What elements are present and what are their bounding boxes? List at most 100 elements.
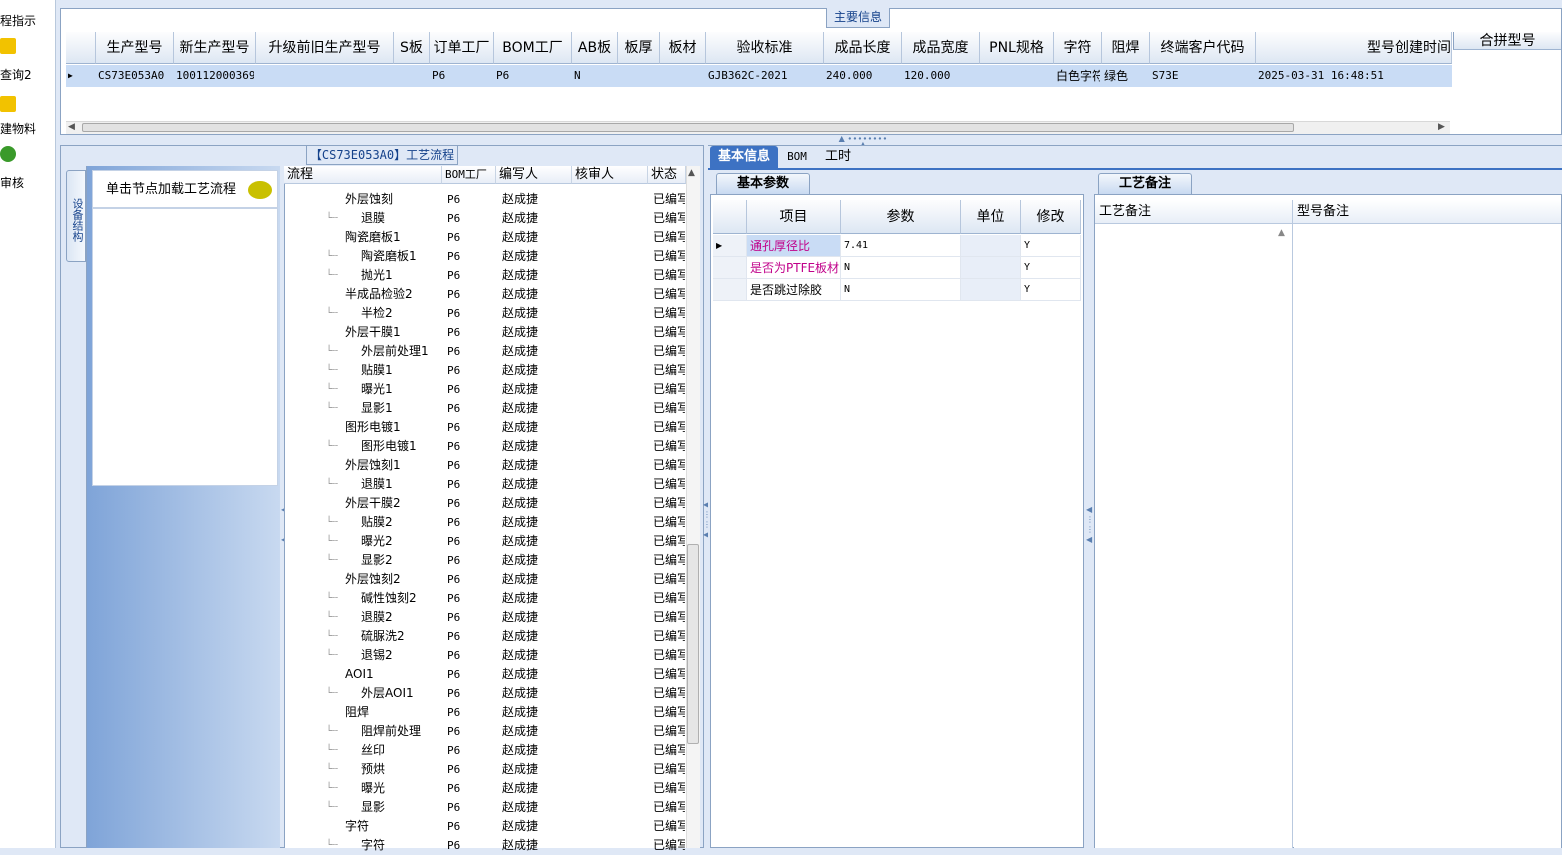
param-column-header[interactable]: 修改 [1021, 200, 1081, 234]
splitter-right-icon[interactable]: ◀ ⋮ ⋮ ◀ [1086, 505, 1094, 545]
tree-column-header[interactable]: 编写人 [496, 166, 572, 184]
tree-row[interactable]: └┄ 退膜2 P6 赵成捷 已编写 [284, 608, 686, 627]
status: 已编写 [653, 287, 685, 301]
column-header[interactable]: 成品宽度 [902, 32, 980, 64]
toolbar-item-query2[interactable]: 查询2 [0, 66, 54, 83]
column-header[interactable]: 阻焊 [1102, 32, 1150, 64]
tab-hours[interactable]: 工时 [818, 146, 858, 168]
tree-row[interactable]: └┄ 显影1 P6 赵成捷 已编写 [284, 399, 686, 418]
scroll-thumb[interactable] [82, 123, 1294, 132]
notes-title[interactable]: 工艺备注 [1098, 173, 1192, 194]
tree-row[interactable]: └┄ 丝印 P6 赵成捷 已编写 [284, 741, 686, 760]
column-header[interactable]: 订单工厂 [430, 32, 494, 64]
toolbar-item-material[interactable]: 建物料 [0, 120, 54, 137]
param-row[interactable]: 是否跳过除胶 N Y [713, 279, 1081, 301]
param-row[interactable]: ▶ 通孔厚径比 7.41 Y [713, 235, 1081, 257]
tree-row[interactable]: └┄ 阻焊前处理 P6 赵成捷 已编写 [284, 722, 686, 741]
toolbar-item-review[interactable]: 审核 [0, 174, 54, 191]
tree-row[interactable]: └┄ 抛光1 P6 赵成捷 已编写 [284, 266, 686, 285]
column-header[interactable]: 升级前旧生产型号 [256, 32, 394, 64]
model-note-field[interactable] [1294, 224, 1561, 848]
tree-line: └┄ [326, 555, 339, 566]
tree-row[interactable]: −字符P6赵成捷已编写 [284, 817, 686, 836]
tree-row[interactable]: −外层蚀刻2P6赵成捷已编写 [284, 570, 686, 589]
merge-model-header[interactable]: 合拼型号 [1453, 32, 1561, 50]
tree-row[interactable]: −AOI1P6赵成捷已编写 [284, 665, 686, 684]
tree-row[interactable]: └┄ 曝光1 P6 赵成捷 已编写 [284, 380, 686, 399]
tree-row[interactable]: └┄ 贴膜2 P6 赵成捷 已编写 [284, 513, 686, 532]
tree-row[interactable]: └┄ 显影 P6 赵成捷 已编写 [284, 798, 686, 817]
tree-row[interactable]: −外层干膜1P6赵成捷已编写 [284, 323, 686, 342]
tree-row[interactable]: └┄ 硫脲洗2 P6 赵成捷 已编写 [284, 627, 686, 646]
column-header[interactable]: S板 [394, 32, 430, 64]
column-header[interactable]: 型号创建时间 [1256, 32, 1452, 64]
tree-row[interactable]: └┄ 半检2 P6 赵成捷 已编写 [284, 304, 686, 323]
column-header[interactable]: 字符 [1054, 32, 1102, 64]
scroll-up-icon[interactable]: ▲ [1278, 228, 1285, 238]
tree-row[interactable]: └┄ 陶瓷磨板1 P6 赵成捷 已编写 [284, 247, 686, 266]
process-note-field[interactable] [1095, 224, 1293, 848]
column-header[interactable]: BOM工厂 [494, 32, 572, 64]
table-cell [620, 65, 658, 87]
tree-row[interactable]: −图形电镀1P6赵成捷已编写 [284, 418, 686, 437]
vertical-scrollbar[interactable] [686, 166, 700, 848]
tree-line: └┄ [326, 783, 339, 794]
writer: 赵成捷 [502, 382, 539, 396]
column-header[interactable]: 新生产型号 [174, 32, 256, 64]
column-header[interactable]: PNL规格 [980, 32, 1054, 64]
splitter-handle[interactable]: ▲ ∙∙∙∙∙∙∙∙ ▲ [838, 135, 888, 149]
scroll-up-icon[interactable]: ▲ [688, 168, 695, 178]
tree-row[interactable]: −半成品检验2P6赵成捷已编写 [284, 285, 686, 304]
column-header[interactable]: 成品长度 [824, 32, 902, 64]
column-header[interactable]: 板厚 [618, 32, 660, 64]
tree-row[interactable]: └┄ 退锡2 P6 赵成捷 已编写 [284, 646, 686, 665]
toolbar-item-guide[interactable]: 程指示 [0, 12, 54, 29]
tree-row[interactable]: └┄ 字符 P6 赵成捷 已编写 [284, 836, 686, 855]
tree-row[interactable]: └┄ 外层前处理1 P6 赵成捷 已编写 [284, 342, 686, 361]
tree-column-header[interactable]: 状态 [648, 166, 686, 184]
scroll-left-icon[interactable]: ◀ [68, 122, 75, 132]
param-column-header[interactable]: 参数 [841, 200, 961, 234]
param-cell[interactable]: N [841, 257, 961, 279]
tree-row[interactable]: └┄ 碱性蚀刻2 P6 赵成捷 已编写 [284, 589, 686, 608]
column-header[interactable]: 终端客户代码 [1150, 32, 1256, 64]
tree-row[interactable]: └┄ 退膜1 P6 赵成捷 已编写 [284, 475, 686, 494]
column-header[interactable]: 生产型号 [96, 32, 174, 64]
param-column-header[interactable]: 项目 [747, 200, 841, 234]
tree-column-header[interactable]: 核审人 [572, 166, 648, 184]
scroll-thumb[interactable] [687, 544, 699, 744]
param-cell[interactable]: 7.41 [841, 235, 961, 257]
column-header[interactable]: AB板 [572, 32, 618, 64]
writer: 赵成捷 [502, 800, 539, 814]
tree-row[interactable]: └┄ 曝光 P6 赵成捷 已编写 [284, 779, 686, 798]
grid-corner[interactable] [713, 200, 747, 234]
tree-row[interactable]: └┄ 图形电镀1 P6 赵成捷 已编写 [284, 437, 686, 456]
tree-column-header[interactable]: BOM工厂 [442, 166, 496, 184]
side-tab-structure[interactable]: 设备结构 [66, 170, 86, 262]
tree-line: └┄ [326, 346, 339, 357]
column-header[interactable]: 验收标准 [706, 32, 824, 64]
scroll-right-icon[interactable]: ▶ [1438, 122, 1445, 132]
params-title[interactable]: 基本参数 [716, 173, 810, 194]
column-header[interactable]: 板材 [660, 32, 706, 64]
tree-column-header[interactable]: 流程 [284, 166, 442, 184]
param-cell[interactable]: N [841, 279, 961, 301]
tree-row[interactable]: −外层蚀刻P6赵成捷已编写 [284, 190, 686, 209]
tree-row[interactable]: −外层蚀刻1P6赵成捷已编写 [284, 456, 686, 475]
tree-row[interactable]: └┄ 外层AOI1 P6 赵成捷 已编写 [284, 684, 686, 703]
param-column-header[interactable]: 单位 [961, 200, 1021, 234]
tree-row[interactable]: −陶瓷磨板1P6赵成捷已编写 [284, 228, 686, 247]
tab-underline [708, 168, 1562, 170]
structure-list[interactable] [92, 208, 278, 486]
tree-row[interactable]: └┄ 贴膜1 P6 赵成捷 已编写 [284, 361, 686, 380]
param-row[interactable]: 是否为PTFE板材 N Y [713, 257, 1081, 279]
tab-basic-info[interactable]: 基本信息 [710, 146, 778, 168]
tree-row[interactable]: −阻焊P6赵成捷已编写 [284, 703, 686, 722]
tree-row[interactable]: −外层干膜2P6赵成捷已编写 [284, 494, 686, 513]
tab-bom[interactable]: BOM [780, 146, 814, 168]
tree-row[interactable]: └┄ 退膜 P6 赵成捷 已编写 [284, 209, 686, 228]
tree-row[interactable]: └┄ 预烘 P6 赵成捷 已编写 [284, 760, 686, 779]
tree-row[interactable]: └┄ 曝光2 P6 赵成捷 已编写 [284, 532, 686, 551]
tree-row[interactable]: └┄ 显影2 P6 赵成捷 已编写 [284, 551, 686, 570]
grid-corner[interactable] [66, 32, 96, 64]
